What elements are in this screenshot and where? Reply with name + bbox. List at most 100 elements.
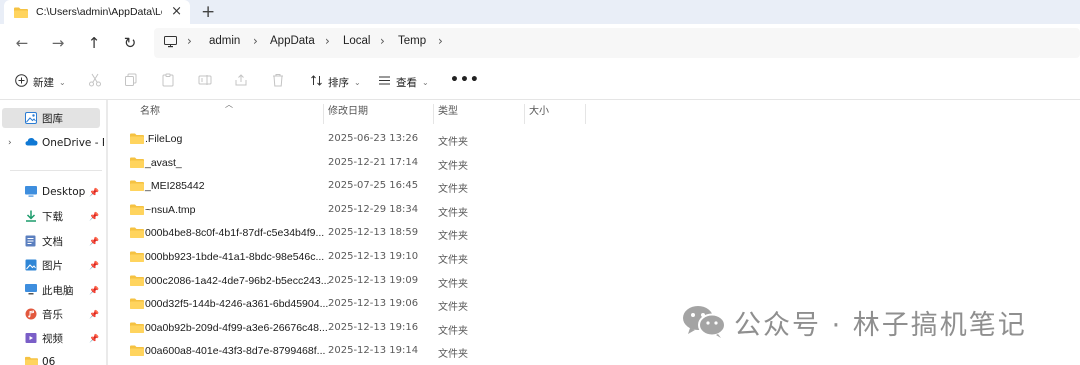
sidebar-item-videos[interactable]: 视频 📌 <box>0 328 106 348</box>
file-name[interactable]: 000bb923-1bde-41a1-8bdc-98e546c... <box>145 251 324 263</box>
file-name[interactable]: 00a600a8-401e-43f3-8d7e-8799468f... <box>145 345 325 357</box>
table-row[interactable]: 000c2086-1a42-4de7-96b2-b5ecc243... 2025-… <box>108 270 708 293</box>
more-options-icon[interactable]: ••• <box>450 72 480 88</box>
new-button[interactable]: 新建 ⌄ <box>15 72 66 92</box>
sidebar-item-downloads[interactable]: 下载 📌 <box>0 206 106 226</box>
plus-circle-icon <box>15 74 28 90</box>
file-type: 文件夹 <box>438 231 468 243</box>
pin-icon[interactable]: 📌 <box>89 237 99 246</box>
file-name[interactable]: 000d32f5-144b-4246-a361-6bd45904... <box>145 298 328 310</box>
file-name[interactable]: 000c2086-1a42-4de7-96b2-b5ecc243... <box>145 275 329 287</box>
pin-icon[interactable]: 📌 <box>89 286 99 295</box>
sort-button[interactable]: 排序 ⌄ <box>310 72 361 92</box>
file-date: 2025-12-13 19:09 <box>328 274 419 286</box>
file-name[interactable]: _avast_ <box>145 157 182 169</box>
table-row[interactable]: _avast_ 2025-12-21 17:14 文件夹 <box>108 152 708 175</box>
breadcrumb-separator: › <box>380 34 385 48</box>
folder-icon <box>130 322 144 333</box>
column-header-size[interactable]: 大小 <box>529 105 549 125</box>
pin-icon[interactable]: 📌 <box>89 310 99 319</box>
file-name[interactable]: .FileLog <box>145 133 182 145</box>
tab-current[interactable]: C:\Users\admin\AppData\Loca × <box>4 0 190 24</box>
tab-title: C:\Users\admin\AppData\Loca <box>36 6 162 18</box>
folder-icon <box>130 157 144 168</box>
back-arrow-icon[interactable]: ← <box>12 33 32 53</box>
refresh-icon[interactable]: ↻ <box>120 33 140 53</box>
folder-icon <box>25 356 38 365</box>
column-header-type[interactable]: 类型 <box>438 105 458 125</box>
new-label: 新建 <box>33 76 54 89</box>
sidebar-item-documents[interactable]: 文档 📌 <box>0 231 106 251</box>
sidebar-item-onedrive[interactable]: › OneDrive - Pe <box>0 133 106 153</box>
watermark-text: 公众号 · 林子搞机笔记 <box>734 309 1027 341</box>
file-name[interactable]: 000b4be8-8c0f-4b1f-87df-c5e34b4f9... <box>145 227 324 239</box>
tab-bar: C:\Users\admin\AppData\Loca × + <box>0 0 1080 24</box>
breadcrumb-temp[interactable]: Temp <box>398 35 426 47</box>
file-date: 2025-12-13 18:59 <box>328 227 419 239</box>
command-bar: 新建 ⌄ 排序 ⌄ 查看 ⌄ ••• <box>0 62 1080 100</box>
table-row[interactable]: _MEI285442 2025-07-25 16:45 文件夹 <box>108 175 708 198</box>
table-row[interactable]: 00a0b92b-209d-4f99-a3e6-26676c48... 2025-… <box>108 317 708 340</box>
sidebar-item-this-pc[interactable]: 此电脑 📌 <box>0 280 106 300</box>
file-date: 2025-06-23 13:26 <box>328 133 419 144</box>
file-name[interactable]: ~nsuA.tmp <box>145 204 196 216</box>
onedrive-icon <box>25 137 38 149</box>
sidebar-item-label: 图库 <box>42 112 63 125</box>
breadcrumb-separator: › <box>325 34 330 48</box>
breadcrumb-separator: › <box>253 34 258 48</box>
table-row[interactable]: 000d32f5-144b-4246-a361-6bd45904... 2025-… <box>108 293 708 316</box>
column-divider[interactable] <box>323 104 324 124</box>
pin-icon[interactable]: 📌 <box>89 261 99 270</box>
sidebar-item-06[interactable]: 06 <box>0 352 106 365</box>
chevron-down-icon: ⌄ <box>59 77 66 87</box>
share-icon[interactable] <box>234 73 250 89</box>
sidebar-item-pictures[interactable]: 图片 📌 <box>0 255 106 275</box>
sidebar-item-desktop[interactable]: Desktop 📌 <box>0 182 106 202</box>
watermark: 公众号 · 林子搞机笔记 <box>682 302 1027 342</box>
address-bar[interactable]: › admin › AppData › Local › Temp › <box>154 28 1080 58</box>
column-divider[interactable] <box>433 104 434 124</box>
column-divider[interactable] <box>585 104 586 124</box>
table-row[interactable]: .FileLog 2025-06-23 13:26 文件夹 <box>108 128 708 151</box>
file-type: 文件夹 <box>438 325 468 337</box>
rename-icon[interactable] <box>198 73 214 89</box>
breadcrumb-appdata[interactable]: AppData <box>270 35 315 47</box>
video-icon <box>25 332 37 344</box>
breadcrumb-local[interactable]: Local <box>343 35 371 47</box>
paste-icon[interactable] <box>161 73 177 89</box>
table-row[interactable]: 000bb923-1bde-41a1-8bdc-98e546c... 2025-1… <box>108 246 708 269</box>
cut-icon[interactable] <box>88 73 104 89</box>
table-row[interactable]: 000b4be8-8c0f-4b1f-87df-c5e34b4f9... 2025… <box>108 222 708 245</box>
view-list-icon <box>378 74 391 90</box>
add-tab-button[interactable]: + <box>201 2 215 22</box>
forward-arrow-icon[interactable]: → <box>48 33 68 53</box>
file-date: 2025-12-13 19:16 <box>328 321 419 333</box>
computer-icon <box>164 36 177 51</box>
view-button[interactable]: 查看 ⌄ <box>378 72 429 92</box>
pin-icon[interactable]: 📌 <box>89 212 99 221</box>
delete-icon[interactable] <box>271 73 287 89</box>
copy-icon[interactable] <box>124 73 140 89</box>
navigation-bar: ← → ↑ ↻ › admin › AppData › Local › Temp… <box>0 24 1080 62</box>
table-row[interactable]: ~nsuA.tmp 2025-12-29 18:34 文件夹 <box>108 199 708 222</box>
file-type: 文件夹 <box>438 349 468 361</box>
file-name[interactable]: 00a0b92b-209d-4f99-a3e6-26676c48... <box>145 322 328 334</box>
picture-icon <box>25 259 37 271</box>
up-arrow-icon[interactable]: ↑ <box>84 33 104 53</box>
file-date: 2025-12-13 19:10 <box>328 251 419 262</box>
breadcrumb-admin[interactable]: admin <box>209 35 240 47</box>
file-type: 文件夹 <box>438 278 468 290</box>
close-icon[interactable]: × <box>171 4 182 20</box>
column-header-name[interactable]: 名称 <box>140 105 160 125</box>
table-row[interactable]: 00a600a8-401e-43f3-8d7e-8799468f... 2025-… <box>108 340 708 363</box>
sidebar-item-gallery[interactable]: 图库 <box>2 108 100 128</box>
breadcrumb-separator: › <box>187 34 192 48</box>
chevron-right-icon[interactable]: › <box>8 138 12 148</box>
file-name[interactable]: _MEI285442 <box>145 180 205 192</box>
file-type: 文件夹 <box>438 160 468 172</box>
sidebar-item-music[interactable]: 音乐 📌 <box>0 304 106 324</box>
column-divider[interactable] <box>524 104 525 124</box>
column-header-date[interactable]: 修改日期 <box>328 105 368 125</box>
pin-icon[interactable]: 📌 <box>89 188 99 197</box>
pin-icon[interactable]: 📌 <box>89 334 99 343</box>
